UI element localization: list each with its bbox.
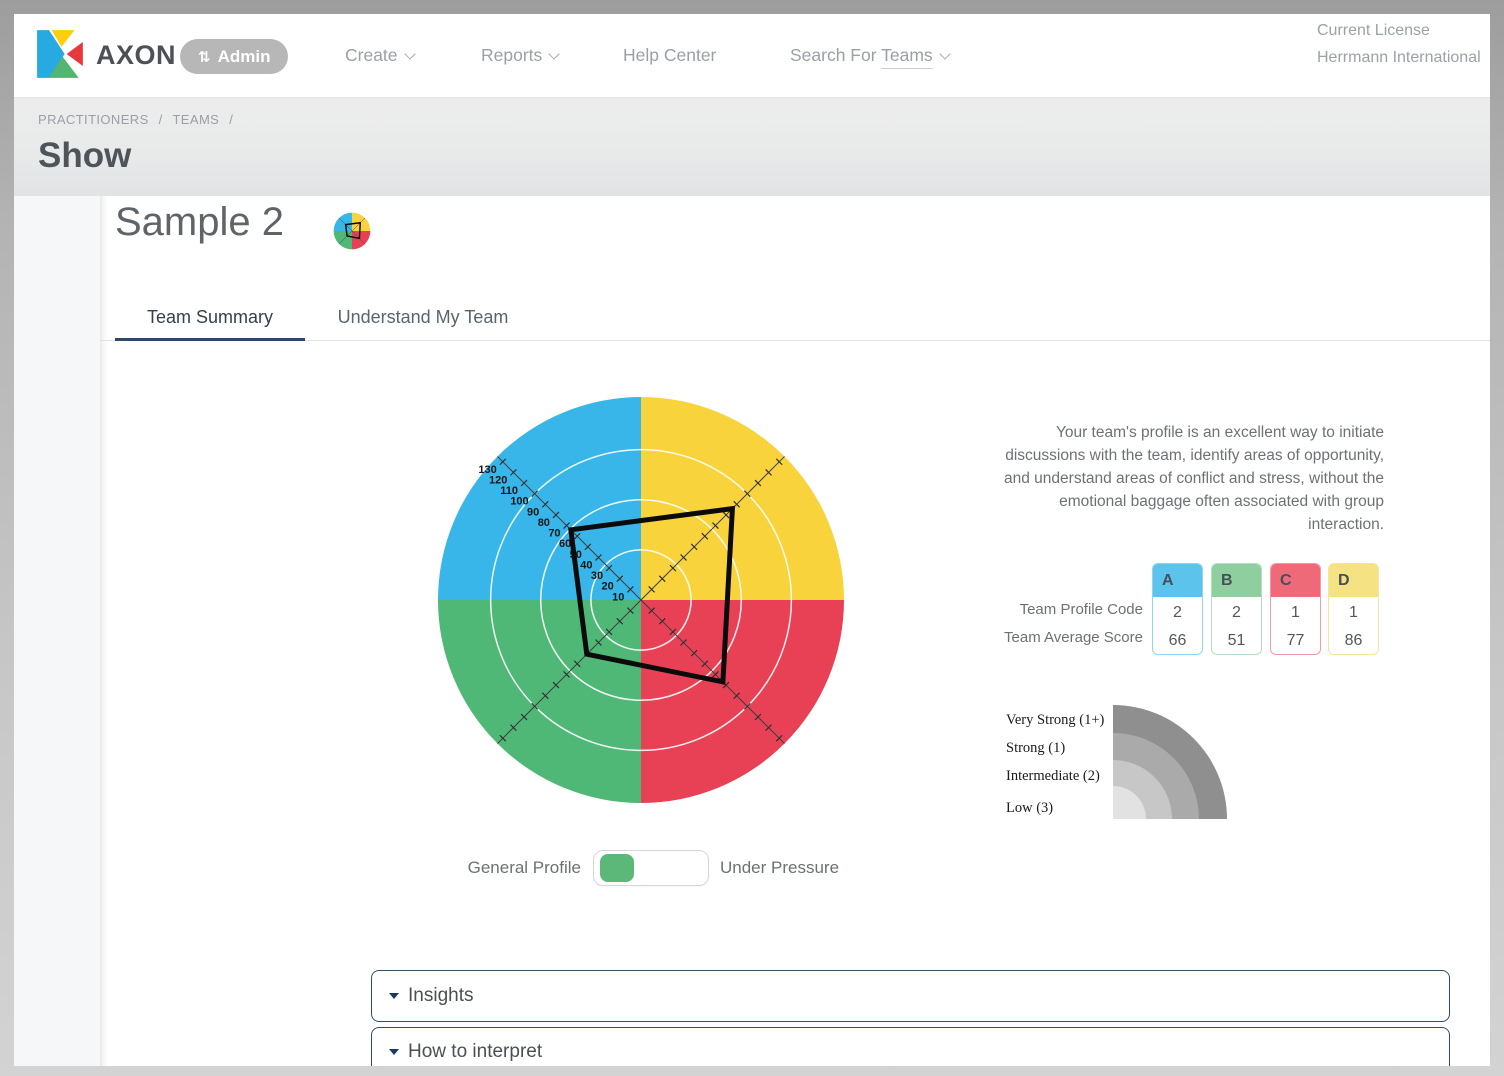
license-name: Herrmann International — [1317, 44, 1490, 71]
profile-toggle-knob[interactable] — [600, 854, 634, 882]
legend-strong: Strong (1) — [1006, 740, 1065, 757]
chevron-down-icon — [549, 48, 560, 59]
top-navbar: AXON ⇅ Admin Create Reports Help Center … — [14, 14, 1490, 97]
svg-text:110: 110 — [500, 485, 518, 497]
profile-mode-toggle[interactable] — [593, 850, 709, 886]
average-score-d: 86 — [1329, 627, 1378, 655]
row-label-average-score: Team Average Score — [960, 628, 1143, 648]
tab-understand-my-team[interactable]: Understand My Team — [330, 296, 516, 341]
average-score-a: 66 — [1153, 627, 1202, 655]
nav-create[interactable]: Create — [345, 45, 414, 66]
profile-code-a: 2 — [1153, 599, 1202, 627]
accordion-insights-label: Insights — [408, 985, 473, 1007]
profile-code-d: 1 — [1329, 599, 1378, 627]
axon-logo-icon — [35, 28, 87, 80]
quadrant-c-header: C — [1271, 564, 1320, 597]
main-area: Sample 2 Team Summary Understand My Team… — [14, 196, 1490, 1066]
triangle-down-icon — [389, 1049, 399, 1055]
average-score-c: 77 — [1271, 627, 1320, 655]
score-column-d: D 1 86 — [1328, 563, 1379, 655]
svg-text:80: 80 — [538, 517, 550, 529]
breadcrumb-teams[interactable]: TEAMS — [172, 112, 219, 127]
svg-text:10: 10 — [612, 591, 624, 603]
accordion-insights[interactable]: Insights — [371, 970, 1450, 1022]
svg-text:100: 100 — [510, 496, 528, 508]
score-column-b: B 2 51 — [1211, 563, 1262, 655]
page-title: Show — [38, 136, 131, 176]
svg-text:40: 40 — [580, 559, 592, 571]
profile-code-c: 1 — [1271, 599, 1320, 627]
accordion-how-to-interpret-label: How to interpret — [408, 1041, 542, 1063]
license-label: Current License — [1317, 17, 1490, 44]
chevron-down-icon — [404, 48, 415, 59]
chevron-down-icon — [939, 48, 950, 59]
breadcrumb: PRACTITIONERS / TEAMS / — [38, 112, 239, 127]
row-label-profile-code: Team Profile Code — [960, 600, 1143, 620]
nav-reports-label: Reports — [481, 45, 542, 65]
tab-team-summary[interactable]: Team Summary — [115, 296, 305, 341]
search-entity-label: Teams — [881, 45, 933, 69]
admin-role-button[interactable]: ⇅ Admin — [180, 39, 288, 74]
svg-text:130: 130 — [478, 464, 496, 476]
svg-text:60: 60 — [559, 538, 571, 550]
score-column-c: C 1 77 — [1270, 563, 1321, 655]
svg-text:70: 70 — [548, 528, 560, 540]
nav-search-for-teams[interactable]: Search For Teams — [790, 45, 949, 66]
switch-role-icon: ⇅ — [198, 48, 211, 66]
accordion-how-to-interpret[interactable]: How to interpret — [371, 1027, 1450, 1066]
app-window: AXON ⇅ Admin Create Reports Help Center … — [14, 14, 1490, 1066]
admin-role-label: Admin — [218, 47, 271, 67]
svg-text:120: 120 — [489, 474, 507, 486]
quadrant-d-header: D — [1329, 564, 1378, 597]
average-score-b: 51 — [1212, 627, 1261, 655]
triangle-down-icon — [389, 993, 399, 999]
breadcrumb-separator: / — [159, 112, 163, 127]
strength-bands-quarter-arc — [1113, 705, 1227, 819]
brand-name: AXON — [96, 40, 176, 71]
nav-reports[interactable]: Reports — [481, 45, 558, 66]
nav-help-center-label: Help Center — [623, 45, 716, 65]
svg-text:90: 90 — [527, 506, 539, 518]
team-profile-thumbnail-icon — [333, 212, 371, 250]
legend-low: Low (3) — [1006, 800, 1053, 817]
score-column-a: A 2 66 — [1152, 563, 1203, 655]
legend-intermediate: Intermediate (2) — [1006, 768, 1100, 785]
tab-bar: Team Summary Understand My Team — [115, 296, 516, 341]
search-for-label: Search For — [790, 45, 877, 65]
svg-text:30: 30 — [591, 570, 603, 582]
content-panel: Sample 2 Team Summary Understand My Team… — [100, 196, 1490, 1066]
toggle-left-label: General Profile — [400, 858, 581, 878]
team-name-title: Sample 2 — [115, 200, 284, 245]
nav-help-center[interactable]: Help Center — [623, 45, 716, 66]
legend-very-strong: Very Strong (1+) — [1006, 712, 1104, 729]
team-profile-radar-chart: 102030405060708090100110120130 — [431, 390, 851, 810]
nav-create-label: Create — [345, 45, 398, 65]
quadrant-a-header: A — [1153, 564, 1202, 597]
breadcrumb-practitioners[interactable]: PRACTITIONERS — [38, 112, 149, 127]
profile-code-b: 2 — [1212, 599, 1261, 627]
license-info: Current License Herrmann International — [1317, 17, 1490, 71]
breadcrumb-separator: / — [229, 112, 233, 127]
team-profile-description: Your team's profile is an excellent way … — [1001, 421, 1384, 536]
quadrant-b-header: B — [1212, 564, 1261, 597]
page-header: PRACTITIONERS / TEAMS / Show — [14, 97, 1490, 196]
toggle-right-label: Under Pressure — [720, 858, 839, 878]
svg-text:20: 20 — [601, 581, 613, 593]
